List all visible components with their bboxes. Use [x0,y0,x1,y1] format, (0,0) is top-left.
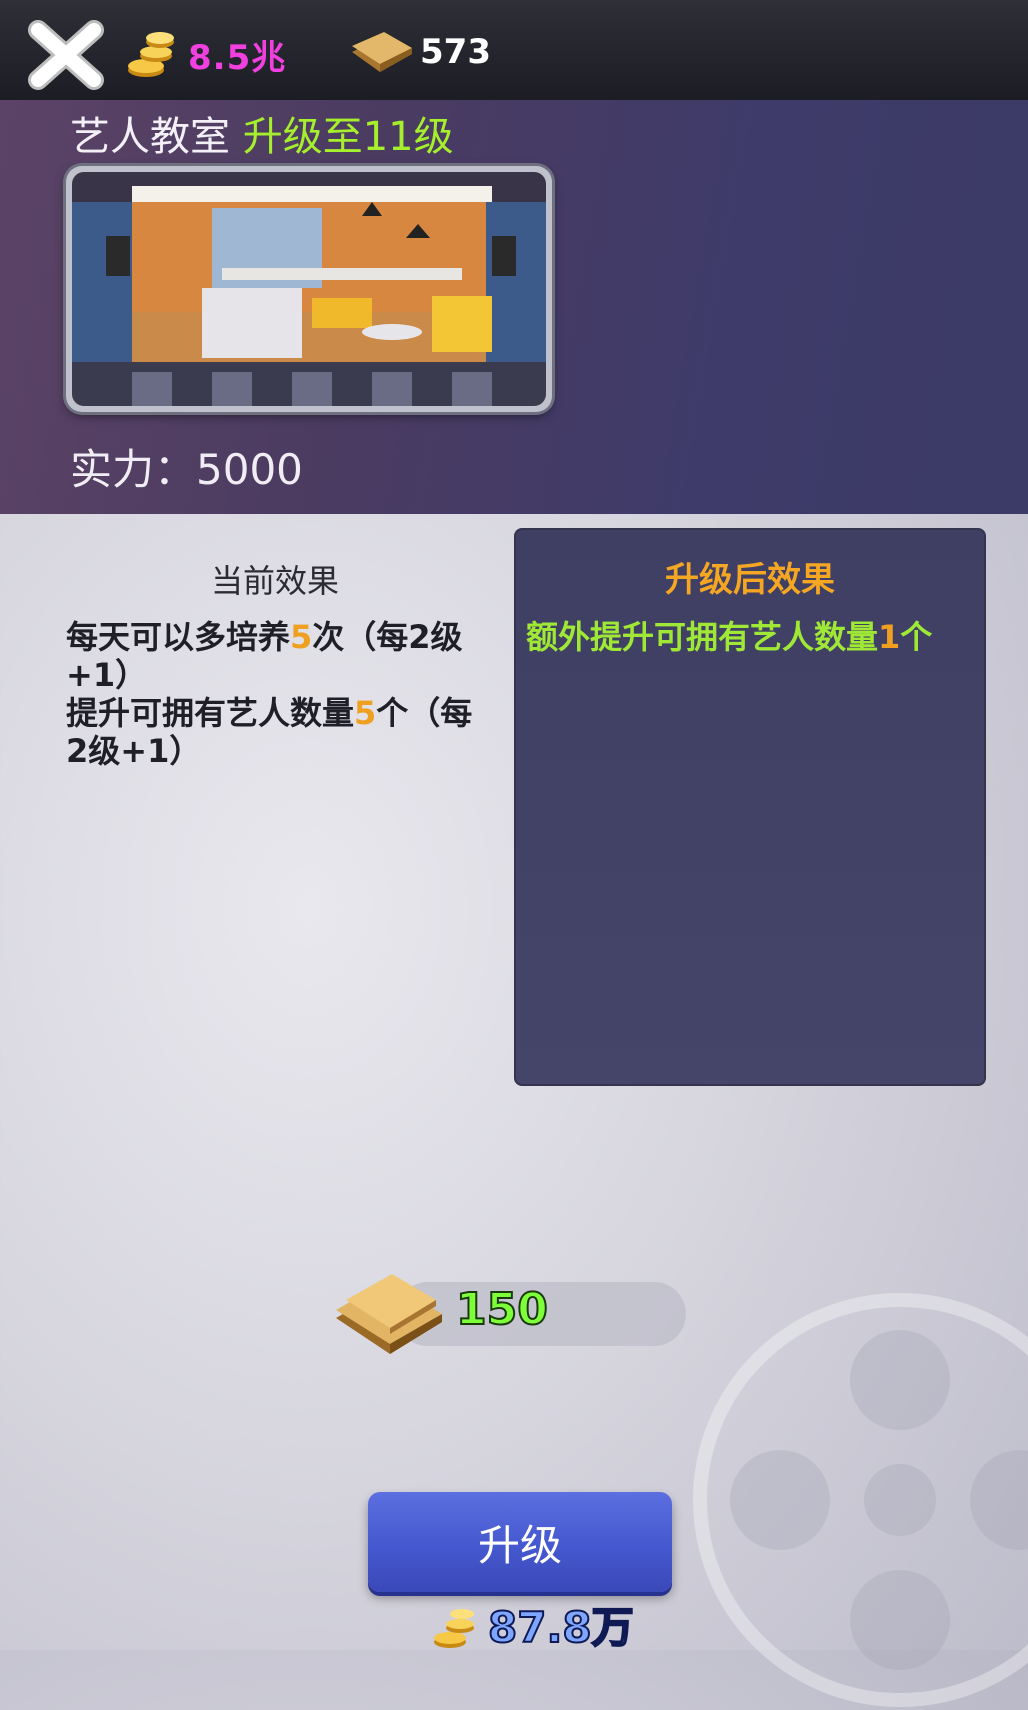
current-effect-title: 当前效果 [210,562,339,600]
classroom-illustration [72,172,546,406]
effect-text: 提升可拥有艺人数量 [66,694,355,732]
effect-number: 5 [354,694,377,732]
coin-balance: 8.5兆 [188,38,287,78]
upgrade-button-label: 升级 [477,1520,562,1570]
current-effect-line-1: 每天可以多培养5次（每2级+1） [66,618,486,694]
upgrade-coin-cost: 87.8万 [487,1602,635,1653]
building-title: 艺人教室 升级至11级 [70,104,454,162]
gold-coins-icon [128,32,174,77]
effect-number: 1 [878,618,901,656]
wood-plank-icon [336,1274,442,1354]
effect-number: 5 [290,618,313,656]
close-x-icon [28,20,104,90]
effect-text: 个 [900,618,933,656]
film-reel-decoration [693,1293,1028,1707]
effect-text: 额外提升可拥有艺人数量 [526,618,879,656]
current-effect-line-2: 提升可拥有艺人数量5个（每2级+1） [66,694,486,770]
next-effect-text: 额外提升可拥有艺人数量1个 [526,618,976,656]
room-preview-image [66,166,552,412]
room-name: 艺人教室 [70,114,230,160]
top-bar: 8.5兆 573 [0,0,1028,102]
effect-text: 每天可以多培养 [66,618,291,656]
plank-cost-amount: 150 [455,1283,549,1336]
close-button[interactable] [28,20,104,90]
current-effect-text: 每天可以多培养5次（每2级+1） 提升可拥有艺人数量5个（每2级+1） [66,618,486,770]
plank-balance: 573 [420,32,491,72]
next-effect-title: 升级后效果 [665,560,835,600]
gold-coins-icon [434,1609,474,1648]
upgrade-level-label: 升级至11级 [242,114,454,160]
next-effect-panel: 升级后效果 额外提升可拥有艺人数量1个 [514,528,986,1086]
wood-plank-icon [352,32,412,72]
upgrade-button[interactable]: 升级 [368,1492,672,1592]
power-value: 实力：5000 [70,445,303,494]
